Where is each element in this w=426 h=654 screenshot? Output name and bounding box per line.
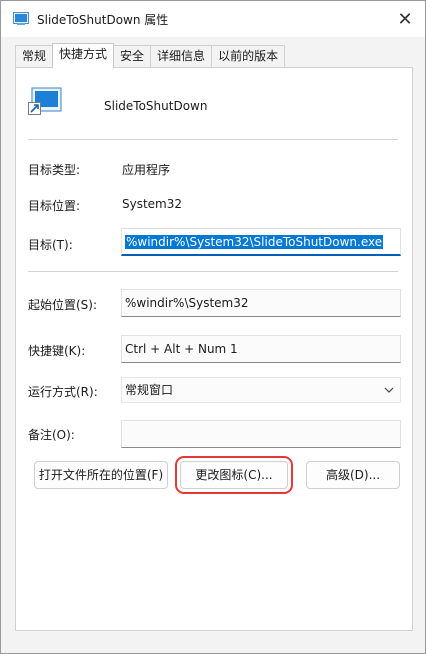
hotkey-label: 快捷键(K): <box>28 344 86 358</box>
tab-previous-versions[interactable]: 以前的版本 <box>211 45 286 68</box>
target-type-value: 应用程序 <box>122 163 171 177</box>
tab-details[interactable]: 详细信息 <box>150 45 213 68</box>
tab-security[interactable]: 安全 <box>113 45 152 68</box>
title-bar[interactable]: SlideToShutDown 属性 ✕ <box>1 1 425 37</box>
start-in-input[interactable]: %windir%\System32 <box>121 289 401 317</box>
close-button[interactable]: ✕ <box>385 1 425 37</box>
advanced-button[interactable]: 高级(D)... <box>306 461 400 489</box>
tab-shortcut[interactable]: 快捷方式 <box>52 43 115 68</box>
target-location-value: System32 <box>122 197 183 211</box>
window-app-icon <box>13 12 29 25</box>
shortcut-name: SlideToShutDown <box>104 99 208 113</box>
tab-general[interactable]: 常规 <box>15 45 54 68</box>
chevron-down-icon <box>384 387 394 393</box>
run-mode-value: 常规窗口 <box>125 383 174 397</box>
tab-strip: 常规 快捷方式 安全 详细信息 以前的版本 <box>15 43 286 68</box>
comment-input[interactable] <box>121 420 401 448</box>
shortcut-app-icon <box>28 87 62 115</box>
target-type-label: 目标类型: <box>28 163 81 177</box>
properties-window: SlideToShutDown 属性 ✕ 常规 快捷方式 安全 详细信息 以前的… <box>0 0 426 654</box>
target-selected-text: %windir%\System32\SlideToShutDown.exe <box>125 235 384 249</box>
open-location-button[interactable]: 打开文件所在的位置(F) <box>34 461 168 489</box>
target-location-label: 目标位置: <box>28 199 81 213</box>
hotkey-input[interactable]: Ctrl + Alt + Num 1 <box>121 335 401 363</box>
close-icon: ✕ <box>397 8 413 30</box>
run-mode-select[interactable]: 常规窗口 <box>121 377 401 403</box>
change-icon-button[interactable]: 更改图标(C)... <box>175 456 293 494</box>
target-input[interactable]: %windir%\System32\SlideToShutDown.exe <box>121 228 401 256</box>
start-in-label: 起始位置(S): <box>28 298 98 312</box>
comment-label: 备注(O): <box>28 428 75 442</box>
separator-top <box>28 139 398 140</box>
shortcut-panel: SlideToShutDown 目标类型: 应用程序 目标位置: System3… <box>15 67 413 631</box>
window-title: SlideToShutDown 属性 <box>37 13 169 27</box>
separator-middle <box>28 271 398 272</box>
target-label: 目标(T): <box>28 238 73 252</box>
run-label: 运行方式(R): <box>28 385 98 399</box>
